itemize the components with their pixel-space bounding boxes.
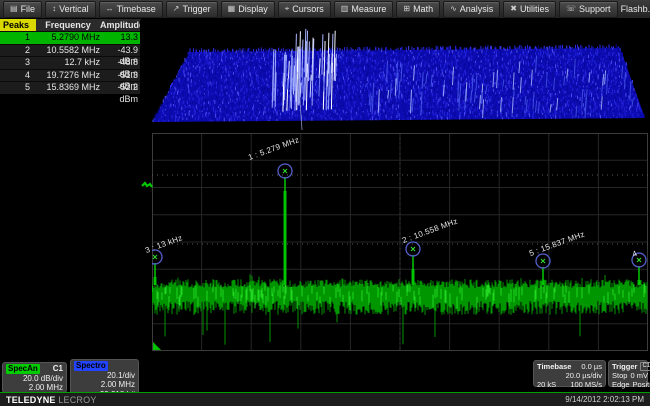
peak-frequency: 5.2790 MHz	[30, 32, 100, 44]
menu-item-utilities[interactable]: ✖Utilities	[503, 1, 556, 18]
peak-row-1[interactable]: 1 5.2790 MHz 13.3 dBm	[0, 31, 141, 44]
peak-frequency: 19.7276 MHz	[30, 70, 100, 82]
specan-descriptor[interactable]: SpecAn C1 20.0 dB/div 2.00 MHz	[2, 362, 67, 393]
spectro-hscale: 2.00 MHz	[74, 380, 135, 390]
menu-item-math[interactable]: ⊞Math	[396, 1, 440, 18]
timebase-summary[interactable]: Timebase 0.0 µs 20.0 µs/div 20 kS 100 MS/s	[533, 360, 606, 387]
timebase-offset: 0.0 µs	[581, 362, 602, 371]
peak-row-5[interactable]: 5 15.8369 MHz -52.2 dBm	[0, 81, 141, 94]
specan-title: SpecAn	[6, 364, 40, 374]
menu-item-timebase[interactable]: ↔Timebase	[99, 1, 163, 18]
peak-frequency: 15.8369 MHz	[30, 82, 100, 94]
spectrogram-3d-display	[140, 20, 650, 133]
math-icon: ⊞	[403, 5, 410, 13]
menu-item-label: Math	[413, 4, 433, 14]
amplitude-header-cell: Amplitude	[100, 20, 141, 30]
timebase-scale: 20.0 µs/div	[566, 371, 602, 380]
trigger-label: Trigger	[612, 362, 637, 371]
cursors-icon: ⌖	[285, 5, 290, 13]
timebase-rate: 100 MS/s	[570, 380, 602, 389]
peak-frequency: 12.7 kHz	[30, 57, 100, 69]
measure-icon: ▥	[341, 5, 349, 13]
menu-item-vertical[interactable]: ↕Vertical	[45, 1, 96, 18]
menu-item-cursors[interactable]: ⌖Cursors	[278, 1, 331, 18]
menu-item-display[interactable]: ▦Display	[221, 1, 275, 18]
menu-item-label: Display	[238, 4, 268, 14]
spectro-scale: 20.1/div	[74, 371, 135, 381]
menu-item-label: Analysis	[460, 4, 494, 14]
peak-rank: 2	[0, 45, 30, 57]
display-icon: ▦	[228, 5, 236, 13]
file-icon: ▤	[10, 5, 18, 13]
clipped-peak-marker	[141, 179, 154, 192]
peak-frequency: 10.5582 MHz	[30, 45, 100, 57]
trigger-icon: ↗	[173, 5, 180, 13]
scope-screen: ▤File ↕Vertical ↔Timebase ↗Trigger ▦Disp…	[0, 0, 650, 406]
peak-rank: 1	[0, 32, 30, 44]
brand-logo: TELEDYNE LECROY	[6, 395, 97, 405]
peak-row-2[interactable]: 2 10.5582 MHz -43.9 dBm	[0, 44, 141, 57]
peak-row-3[interactable]: 3 12.7 kHz -48.8 dBm	[0, 56, 141, 69]
flash-status-label: Flashb...	[621, 4, 650, 14]
menu-item-label: Timebase	[117, 4, 156, 14]
menu-item-label: Cursors	[292, 4, 324, 14]
menu-item-file[interactable]: ▤File	[3, 1, 42, 18]
timebase-samples: 20 kS	[537, 380, 556, 389]
peak-rank: 3	[0, 57, 30, 69]
trigger-type: Edge	[612, 380, 630, 389]
timebase-icon: ↔	[106, 5, 114, 13]
menu-item-label: Utilities	[520, 4, 549, 14]
trigger-summary[interactable]: TriggerC1DC Stop0 mV EdgePositive	[608, 360, 648, 387]
trigger-level: 0 mV	[630, 371, 648, 380]
spectro-title: Spectro	[74, 361, 108, 371]
timebase-label: Timebase	[537, 362, 571, 371]
menu-item-label: File	[21, 4, 36, 14]
menu-item-trigger[interactable]: ↗Trigger	[166, 1, 218, 18]
trigger-source-badge: C1	[640, 362, 650, 371]
peaks-table-header: Peaks Frequency Amplitude	[0, 19, 141, 31]
datetime: 9/14/2012 2:02:13 PM	[565, 395, 644, 404]
spectro-descriptor[interactable]: Spectro 20.1/div 2.00 MHz 29.218 k#	[70, 359, 139, 396]
menu-bar: ▤File ↕Vertical ↔Timebase ↗Trigger ▦Disp…	[0, 0, 650, 19]
peaks-header-cell[interactable]: Peaks	[0, 19, 36, 31]
menu-item-analysis[interactable]: ∿Analysis	[443, 1, 500, 18]
peak-amplitude: 13.3 dBm	[100, 32, 140, 44]
peak-row-4[interactable]: 4 19.7276 MHz -51.3 dBm	[0, 69, 141, 82]
menu-item-label: Vertical	[59, 4, 89, 14]
peak-amplitude: -51.3 dBm	[100, 70, 140, 82]
frequency-header-cell: Frequency	[36, 20, 100, 30]
status-bar: TELEDYNE LECROY 9/14/2012 2:02:13 PM	[0, 393, 650, 406]
utilities-icon: ✖	[510, 5, 517, 13]
analysis-icon: ∿	[450, 5, 457, 13]
support-icon: ☏	[566, 5, 576, 13]
peak-rank: 5	[0, 82, 30, 94]
vertical-icon: ↕	[52, 5, 56, 13]
specan-channel: C1	[53, 364, 63, 374]
peak-amplitude: -52.2 dBm	[100, 82, 140, 94]
trigger-slope: Positive	[633, 380, 650, 389]
menu-item-label: Measure	[351, 4, 386, 14]
peak-amplitude: -48.8 dBm	[100, 57, 140, 69]
menu-item-support[interactable]: ☏Support	[559, 1, 618, 18]
specan-vscale: 20.0 dB/div	[6, 374, 63, 384]
menu-item-label: Trigger	[182, 4, 210, 14]
peaks-table: Peaks Frequency Amplitude 1 5.2790 MHz 1…	[0, 19, 141, 94]
menu-item-label: Support	[579, 4, 611, 14]
menu-item-measure[interactable]: ▥Measure	[334, 1, 394, 18]
peak-amplitude: -43.9 dBm	[100, 45, 140, 57]
peak-rank: 4	[0, 70, 30, 82]
trigger-mode: Stop	[612, 371, 627, 380]
